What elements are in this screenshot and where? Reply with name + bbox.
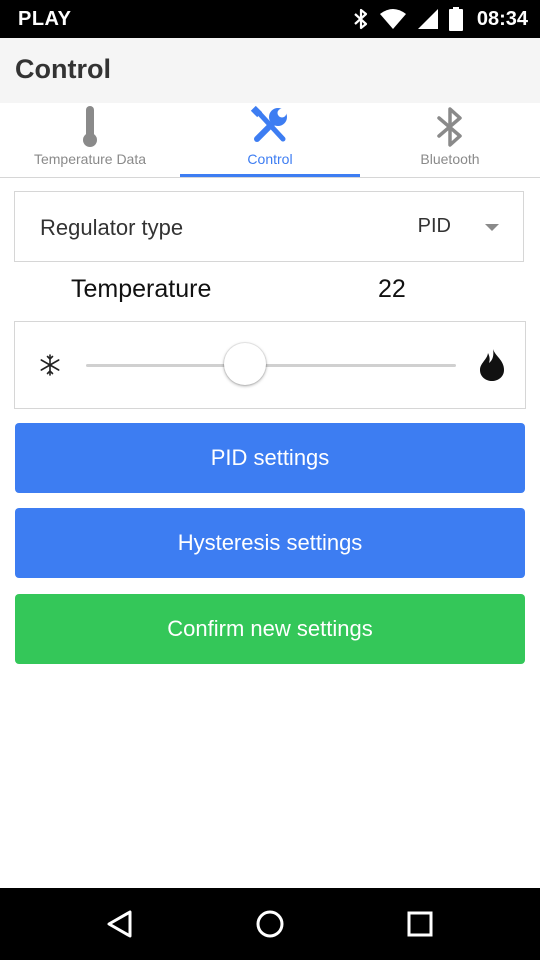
status-bar: PLAY 08:34 bbox=[0, 0, 540, 38]
page-title: Control bbox=[15, 54, 111, 84]
app-bar: Control bbox=[0, 38, 540, 103]
bluetooth-icon bbox=[360, 105, 540, 149]
regulator-type-select[interactable]: Regulator type PID bbox=[14, 191, 524, 262]
temperature-value: 22 bbox=[378, 275, 406, 303]
signal-icon bbox=[417, 8, 439, 30]
carrier-name: PLAY bbox=[18, 8, 72, 30]
pid-settings-button[interactable]: PID settings bbox=[15, 423, 525, 493]
navigation-bar bbox=[0, 888, 540, 960]
flame-icon bbox=[479, 348, 505, 387]
dropdown-arrow-icon bbox=[485, 224, 499, 231]
tab-bar: Temperature Data Control Bluetooth bbox=[0, 103, 540, 178]
regulator-type-value: PID bbox=[417, 215, 451, 237]
temperature-slider-panel bbox=[14, 321, 526, 409]
hysteresis-settings-button[interactable]: Hysteresis settings bbox=[15, 508, 525, 578]
temperature-slider[interactable] bbox=[86, 343, 456, 385]
battery-icon bbox=[448, 7, 463, 31]
slider-thumb[interactable] bbox=[224, 343, 267, 385]
tools-icon bbox=[180, 105, 360, 147]
back-icon[interactable] bbox=[100, 906, 140, 942]
home-icon[interactable] bbox=[250, 906, 290, 942]
thermometer-icon bbox=[0, 105, 180, 149]
tab-temperature-data[interactable]: Temperature Data bbox=[0, 103, 180, 177]
regulator-type-label: Regulator type bbox=[40, 215, 184, 240]
tab-label: Temperature Data bbox=[33, 151, 147, 167]
tab-label: Control bbox=[247, 151, 293, 167]
screen: PLAY 08:34 Control Temperature Data Cont… bbox=[0, 0, 540, 960]
status-time: 08:34 bbox=[476, 7, 528, 30]
tab-label: Bluetooth bbox=[420, 151, 480, 167]
confirm-settings-button[interactable]: Confirm new settings bbox=[15, 594, 525, 664]
tab-bluetooth[interactable]: Bluetooth bbox=[360, 103, 540, 177]
active-tab-indicator bbox=[180, 174, 360, 177]
snowflake-icon bbox=[39, 354, 61, 381]
tab-control[interactable]: Control bbox=[180, 103, 360, 177]
wifi-icon bbox=[379, 8, 407, 30]
status-icons: 08:34 bbox=[353, 0, 528, 38]
bluetooth-icon bbox=[353, 7, 369, 31]
recents-icon[interactable] bbox=[400, 906, 440, 942]
temperature-label: Temperature bbox=[71, 275, 212, 303]
